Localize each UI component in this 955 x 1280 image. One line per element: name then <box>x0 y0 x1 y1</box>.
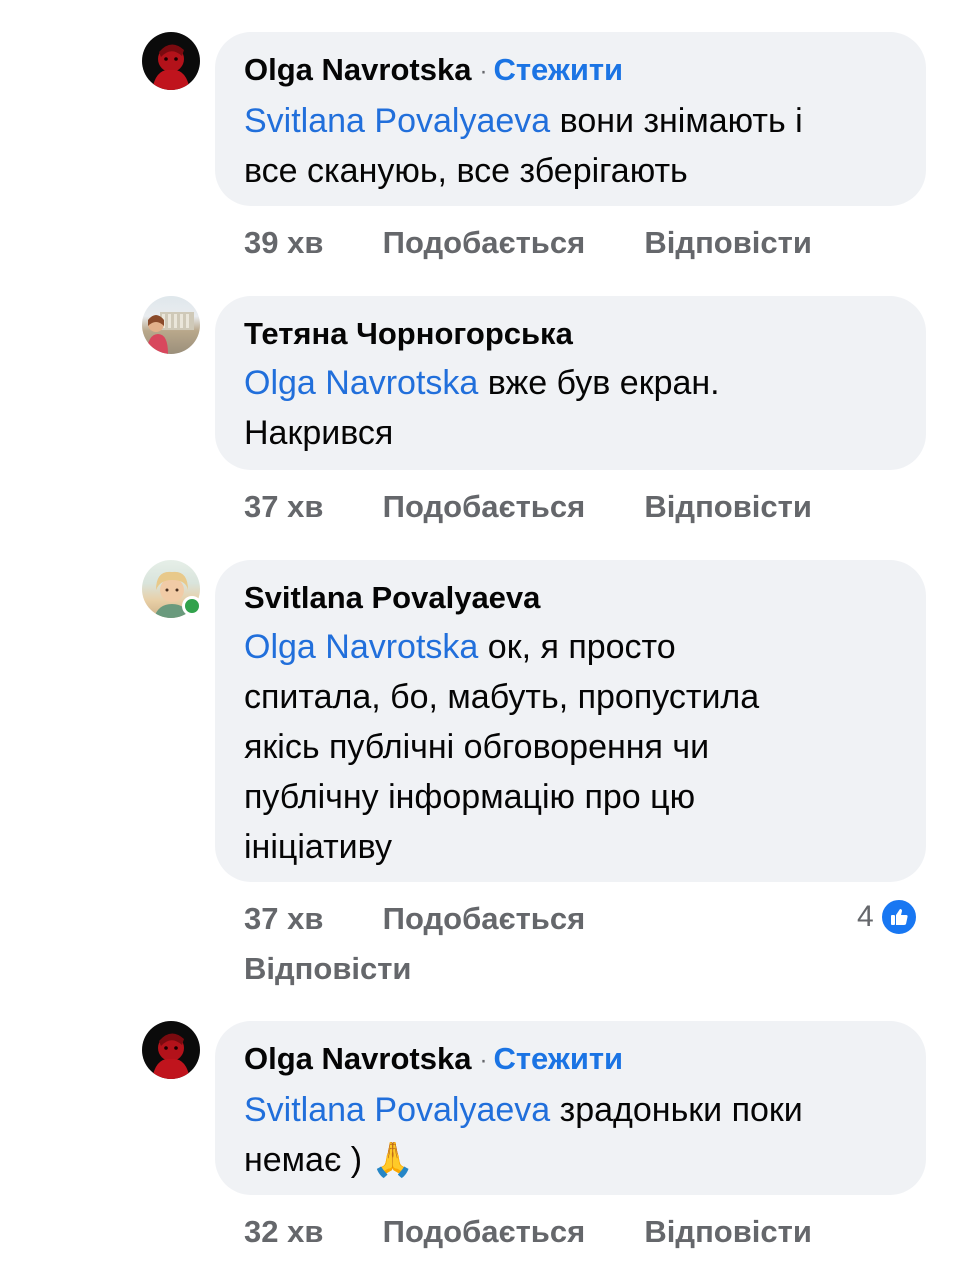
comment-author[interactable]: Olga Navrotska <box>244 52 471 87</box>
avatar[interactable] <box>142 1021 200 1079</box>
comment-text: Svitlana Povalyaeva вони знімають і все … <box>244 96 896 196</box>
comment-time[interactable]: 37 хв <box>244 489 323 524</box>
comment-author[interactable]: Тетяна Чорногорська <box>244 316 573 351</box>
separator-dot: · <box>479 1046 488 1074</box>
comment-bubble: Olga Navrotska · Стежити Svitlana Povalyae… <box>215 32 926 206</box>
online-status-dot <box>182 596 202 616</box>
comment-text-line: зрадоньки поки <box>559 1090 803 1129</box>
follow-link[interactable]: Стежити <box>493 52 623 87</box>
comment-author[interactable]: Svitlana Povalyaeva <box>244 580 540 615</box>
comment-text-line: публічну інформацію про цю <box>244 778 696 816</box>
comment-time[interactable]: 39 хв <box>244 225 323 260</box>
comment-time[interactable]: 32 хв <box>244 1214 323 1249</box>
reaction-summary[interactable]: 4 <box>857 898 918 936</box>
comment-meta: 37 хв Подобається <box>244 901 585 937</box>
like-button[interactable]: Подобається <box>383 901 586 936</box>
like-button[interactable]: Подобається <box>383 489 586 524</box>
comment-meta: Відповісти <box>244 951 412 987</box>
comment-text-line: ініціативу <box>244 828 392 866</box>
comment-text-line: Накрився <box>244 414 394 452</box>
comment-bubble: Svitlana Povalyaeva Olga Navrotska ок, я… <box>215 560 926 882</box>
comment-text-line: якісь публічні обговорення чи <box>244 728 710 766</box>
comment-bubble: Olga Navrotska · Стежити Svitlana Povalyae… <box>215 1021 926 1195</box>
follow-link[interactable]: Стежити <box>493 1041 623 1076</box>
comment-text-line: все скануюь, все зберігають <box>244 151 688 190</box>
comment-text: Olga Navrotska ок, я просто спитала, бо,… <box>244 622 896 872</box>
comment-time[interactable]: 37 хв <box>244 901 323 936</box>
comment-text: Svitlana Povalyaeva зрадоньки поки немає… <box>244 1085 896 1185</box>
comment-text-line: вже був екран. <box>487 364 720 402</box>
comment-bubble: Тетяна Чорногорська Olga Navrotska вже б… <box>215 296 926 470</box>
reply-button[interactable]: Відповісти <box>644 489 812 524</box>
like-button[interactable]: Подобається <box>383 225 586 260</box>
comment-text-line: ок, я просто <box>487 628 676 666</box>
avatar[interactable] <box>142 32 200 90</box>
avatar[interactable] <box>142 296 200 354</box>
comment-meta: 32 хв Подобається Відповісти <box>244 1214 812 1250</box>
mention-link[interactable]: Svitlana Povalyaeva <box>244 1091 550 1129</box>
comment-author[interactable]: Olga Navrotska <box>244 1041 471 1076</box>
mention-link[interactable]: Olga Navrotska <box>244 364 478 402</box>
reply-button[interactable]: Відповісти <box>644 225 812 260</box>
reply-button[interactable]: Відповісти <box>644 1214 812 1249</box>
comment-text-line: спитала, бо, мабуть, пропустила <box>244 678 760 716</box>
comment-meta: 39 хв Подобається Відповісти <box>244 225 812 261</box>
reaction-count: 4 <box>857 900 874 933</box>
comment-text: Olga Navrotska вже був екран. Накрився <box>244 358 896 458</box>
comment-text-line: вони знімають і <box>559 101 803 140</box>
reply-button[interactable]: Відповісти <box>244 951 412 986</box>
separator-dot: · <box>479 57 488 85</box>
comment-text-line: немає ) 🙏 <box>244 1140 414 1179</box>
mention-link[interactable]: Olga Navrotska <box>244 628 478 666</box>
comment-meta: 37 хв Подобається Відповісти <box>244 489 812 525</box>
like-button[interactable]: Подобається <box>383 1214 586 1249</box>
mention-link[interactable]: Svitlana Povalyaeva <box>244 102 550 140</box>
thumbs-up-icon <box>879 898 918 936</box>
